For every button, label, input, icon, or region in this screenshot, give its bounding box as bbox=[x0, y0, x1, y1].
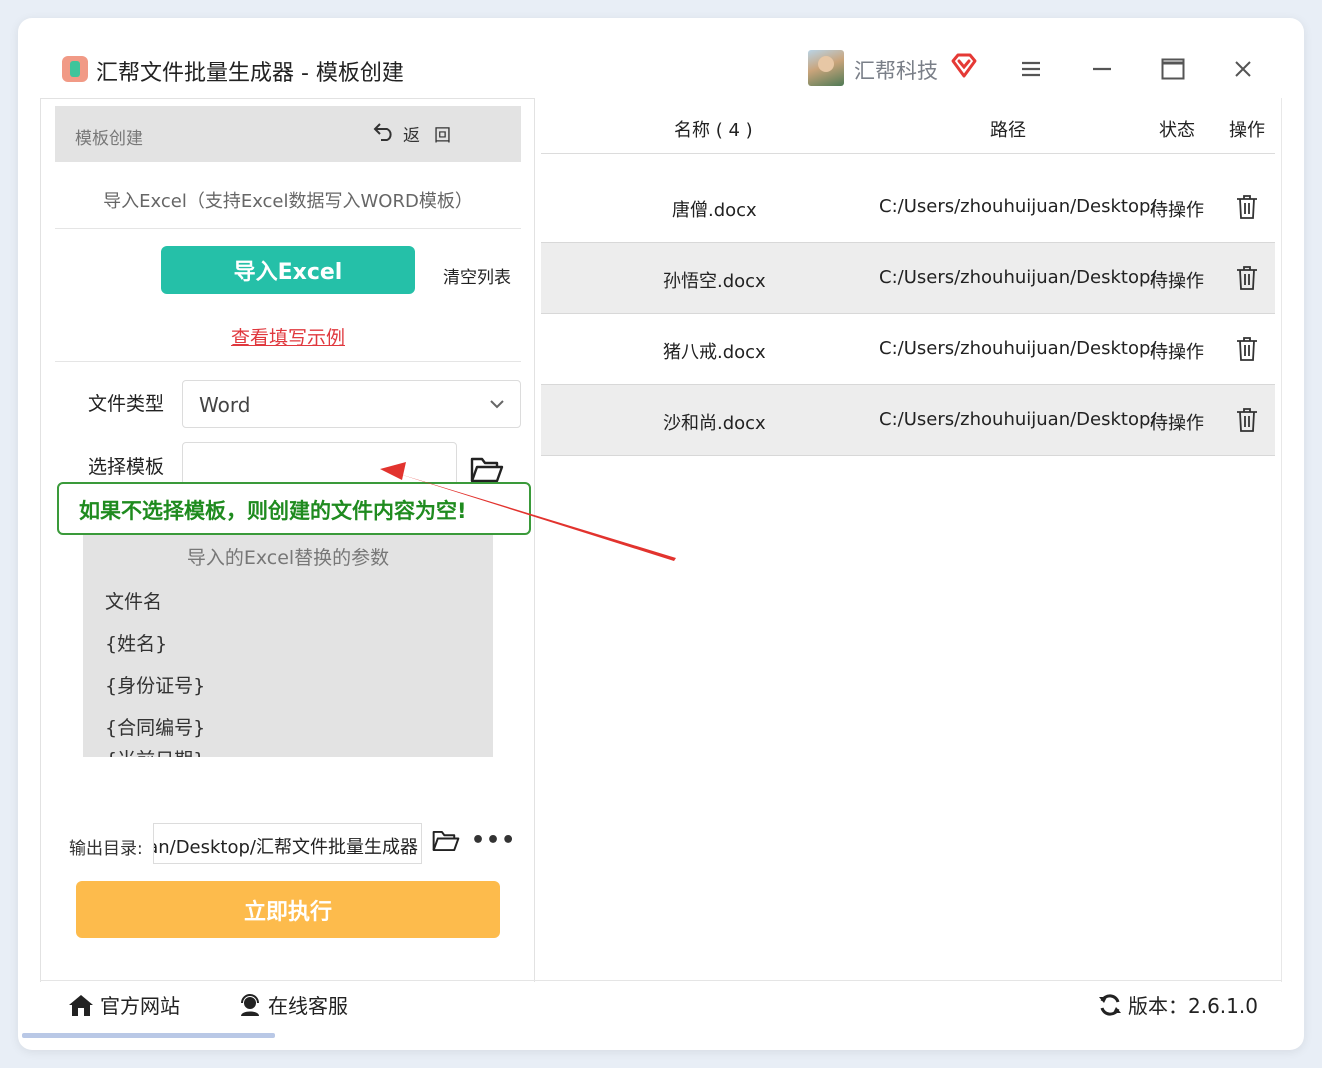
panel-header: 模板创建 返回 bbox=[55, 106, 521, 162]
output-dir-value: uan/Desktop/汇帮文件批量生成器 bbox=[153, 837, 418, 858]
minimize-button[interactable] bbox=[1089, 56, 1115, 82]
maximize-icon bbox=[1161, 58, 1185, 80]
menu-icon bbox=[1022, 61, 1040, 77]
column-status: 状态 bbox=[1159, 120, 1195, 141]
template-warning-callout: 如果不选择模板，则创建的文件内容为空! bbox=[57, 482, 531, 535]
minimize-icon bbox=[1093, 67, 1111, 71]
back-label: 返回 bbox=[403, 126, 465, 146]
table-header: 名称 ( 4 ) 路径 状态 操作 bbox=[541, 98, 1275, 154]
column-path: 路径 bbox=[990, 120, 1026, 141]
param-item: 文件名 bbox=[105, 591, 163, 613]
official-website-link[interactable]: 官方网站 bbox=[68, 990, 180, 1019]
online-support-link[interactable]: 在线客服 bbox=[238, 990, 348, 1019]
param-item: {姓名} bbox=[105, 633, 168, 655]
file-path: C:/Users/zhouhuijuan/Desktop/ bbox=[879, 267, 1157, 288]
view-example-link[interactable]: 查看填写示例 bbox=[55, 323, 521, 350]
folder-icon[interactable] bbox=[432, 828, 460, 854]
version-label: 版本：2.6.1.0 bbox=[1128, 994, 1258, 1018]
file-status: 待操作 bbox=[1150, 413, 1204, 434]
support-icon bbox=[241, 993, 259, 1016]
app-icon bbox=[62, 56, 88, 82]
vip-icon[interactable] bbox=[950, 52, 978, 80]
close-icon bbox=[1235, 61, 1251, 77]
app-window: 汇帮文件批量生成器 - 模板创建 汇帮科技 模板创建 返回 导入Excel（支持… bbox=[18, 18, 1304, 1050]
params-list: 导入的Excel替换的参数 文件名 {姓名} {身份证号} {合同编号} {当前… bbox=[83, 535, 493, 757]
table-row[interactable]: 猪八戒.docx C:/Users/zhouhuijuan/Desktop/ 待… bbox=[541, 314, 1275, 385]
file-path: C:/Users/zhouhuijuan/Desktop/ bbox=[879, 338, 1157, 359]
table-row[interactable]: 唐僧.docx C:/Users/zhouhuijuan/Desktop/ 待操… bbox=[541, 172, 1275, 243]
file-type-select[interactable]: Word bbox=[182, 380, 521, 428]
param-item: {合同编号} bbox=[105, 717, 206, 739]
online-support-label: 在线客服 bbox=[268, 994, 348, 1018]
maximize-button[interactable] bbox=[1160, 56, 1186, 82]
file-type-label: 文件类型 bbox=[88, 393, 165, 415]
file-path: C:/Users/zhouhuijuan/Desktop/ bbox=[879, 196, 1157, 217]
footer-divider bbox=[40, 980, 1282, 981]
official-website-label: 官方网站 bbox=[100, 994, 180, 1018]
trash-icon[interactable] bbox=[1236, 265, 1258, 291]
callout-text: 如果不选择模板，则创建的文件内容为空! bbox=[79, 499, 467, 523]
chevron-down-icon bbox=[490, 400, 504, 409]
version-info[interactable]: 版本：2.6.1.0 bbox=[1098, 990, 1258, 1019]
table-row[interactable]: 沙和尚.docx C:/Users/zhouhuijuan/Desktop/ 待… bbox=[541, 385, 1275, 456]
more-options-button[interactable]: ••• bbox=[471, 828, 516, 853]
template-label: 选择模板 bbox=[88, 456, 165, 478]
home-icon bbox=[69, 994, 93, 1016]
menu-button[interactable] bbox=[1018, 56, 1044, 82]
divider bbox=[55, 361, 521, 362]
file-name: 孙悟空.docx bbox=[663, 271, 766, 292]
file-status: 待操作 bbox=[1150, 342, 1204, 363]
file-name: 沙和尚.docx bbox=[663, 413, 766, 434]
file-table: 名称 ( 4 ) 路径 状态 操作 唐僧.docx C:/Users/zhouh… bbox=[541, 98, 1282, 982]
column-action: 操作 bbox=[1229, 120, 1265, 141]
table-row[interactable]: 孙悟空.docx C:/Users/zhouhuijuan/Desktop/ 待… bbox=[541, 243, 1275, 314]
back-button[interactable]: 返回 bbox=[373, 121, 465, 146]
import-hint: 导入Excel（支持Excel数据写入WORD模板） bbox=[103, 191, 473, 212]
file-type-value: Word bbox=[199, 393, 251, 417]
close-button[interactable] bbox=[1230, 56, 1256, 82]
trash-icon[interactable] bbox=[1236, 407, 1258, 433]
title-bar: 汇帮文件批量生成器 - 模板创建 汇帮科技 bbox=[18, 18, 1304, 98]
refresh-icon bbox=[1099, 993, 1121, 1016]
import-excel-button[interactable]: 导入Excel bbox=[161, 246, 415, 294]
param-item: {身份证号} bbox=[105, 675, 206, 697]
avatar[interactable] bbox=[808, 50, 844, 86]
trash-icon[interactable] bbox=[1236, 194, 1258, 220]
clear-list-button[interactable]: 清空列表 bbox=[443, 263, 511, 288]
divider bbox=[55, 228, 521, 229]
folder-icon[interactable] bbox=[470, 455, 504, 485]
panel-title: 模板创建 bbox=[75, 129, 143, 149]
file-name: 唐僧.docx bbox=[672, 200, 757, 221]
execute-button[interactable]: 立即执行 bbox=[76, 881, 500, 938]
param-item: {当前日期} bbox=[105, 745, 205, 757]
params-title: 导入的Excel替换的参数 bbox=[186, 547, 390, 569]
file-path: C:/Users/zhouhuijuan/Desktop/ bbox=[879, 409, 1157, 430]
file-status: 待操作 bbox=[1150, 200, 1204, 221]
file-status: 待操作 bbox=[1150, 271, 1204, 292]
template-panel: 模板创建 返回 导入Excel（支持Excel数据写入WORD模板） 导入Exc… bbox=[40, 98, 535, 982]
back-icon bbox=[373, 121, 395, 146]
output-dir-input[interactable]: uan/Desktop/汇帮文件批量生成器 bbox=[153, 823, 422, 864]
scroll-indicator bbox=[22, 1033, 275, 1038]
output-dir-label: 输出目录: bbox=[69, 839, 143, 859]
window-title: 汇帮文件批量生成器 - 模板创建 bbox=[96, 61, 404, 86]
file-name: 猪八戒.docx bbox=[663, 342, 766, 363]
column-name[interactable]: 名称 ( 4 ) bbox=[674, 116, 753, 142]
trash-icon[interactable] bbox=[1236, 336, 1258, 362]
brand-name: 汇帮科技 bbox=[854, 59, 938, 83]
